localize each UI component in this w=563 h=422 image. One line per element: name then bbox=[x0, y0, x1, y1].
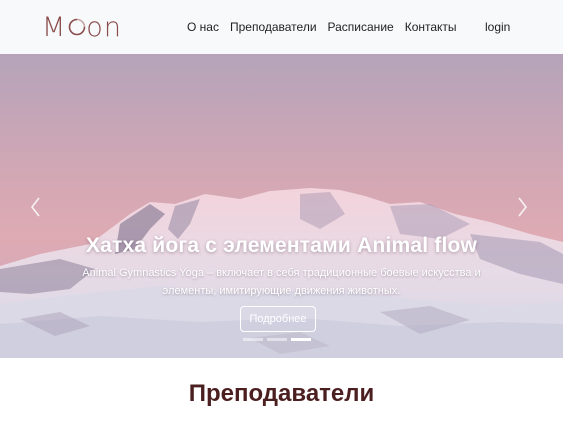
more-button[interactable]: Подробнее bbox=[240, 306, 316, 332]
chevron-right-icon bbox=[518, 197, 528, 217]
login-link[interactable]: login bbox=[485, 0, 510, 54]
slide-title: Хатха йога с элементами Animal flow bbox=[85, 234, 478, 257]
crescent-moon-icon bbox=[68, 18, 86, 36]
nav-item-teachers[interactable]: Преподаватели bbox=[230, 20, 317, 34]
carousel-indicator-1[interactable] bbox=[243, 338, 263, 341]
nav-item-about[interactable]: О нас bbox=[187, 20, 219, 34]
navbar: M on О нас Преподаватели Расписание Конт… bbox=[0, 0, 563, 54]
nav-item-contacts[interactable]: Контакты bbox=[405, 20, 457, 34]
carousel-prev-button[interactable] bbox=[26, 194, 46, 220]
carousel-next-button[interactable] bbox=[512, 194, 532, 220]
main-nav: О нас Преподаватели Расписание Контакты bbox=[187, 0, 457, 54]
carousel-indicator-2[interactable] bbox=[267, 338, 287, 341]
teachers-heading: Преподаватели bbox=[188, 380, 375, 407]
carousel-indicator-3[interactable] bbox=[291, 338, 311, 341]
logo-letter-m: M bbox=[42, 11, 67, 43]
hero-carousel: Хатха йога с элементами Animal flow Anim… bbox=[0, 54, 563, 358]
chevron-left-icon bbox=[30, 197, 40, 217]
logo-letters-on: on bbox=[86, 11, 122, 43]
brand-logo[interactable]: M on bbox=[42, 7, 122, 47]
carousel-indicators bbox=[243, 338, 311, 341]
nav-item-schedule[interactable]: Расписание bbox=[328, 20, 394, 34]
slide-description: Animal Gymnastics Yoga – включает в себя… bbox=[82, 267, 481, 297]
page: M on О нас Преподаватели Расписание Конт… bbox=[0, 0, 563, 422]
